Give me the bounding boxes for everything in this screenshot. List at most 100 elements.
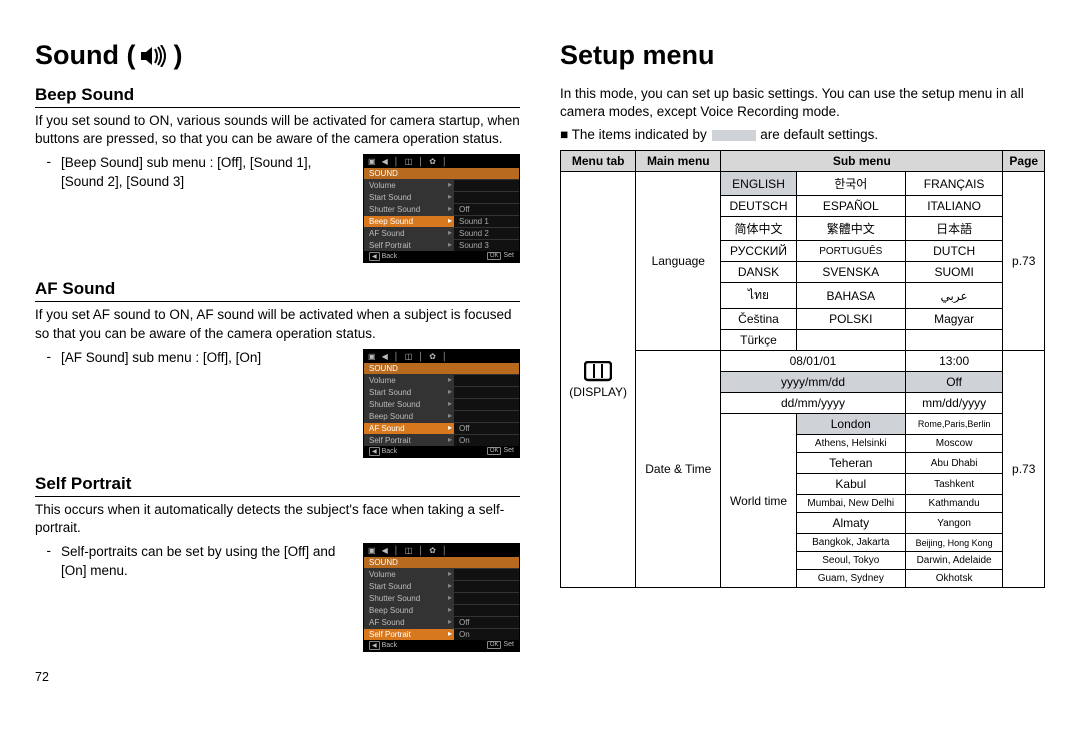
lcd-row: Beep Sound▸	[364, 604, 519, 616]
city-cell: Teheran	[796, 453, 905, 474]
lang-cell: 繁體中文	[796, 217, 905, 241]
lang-cell: DUTCH	[905, 241, 1003, 262]
language-page: p.73	[1003, 172, 1045, 351]
city-cell: Abu Dhabi	[905, 453, 1003, 474]
date-cell: yyyy/mm/dd	[721, 372, 906, 393]
camera-icon: ▣	[368, 157, 376, 166]
date-cell: 08/01/01	[721, 351, 906, 372]
lcd-row: Volume▸	[364, 568, 519, 580]
lang-cell: РУССКИЙ	[721, 241, 797, 262]
lcd-row: Shutter Sound▸	[364, 592, 519, 604]
city-cell: Tashkent	[905, 474, 1003, 495]
lang-cell: ITALIANO	[905, 196, 1003, 217]
city-cell: Kabul	[796, 474, 905, 495]
menu-tab-cell: (DISPLAY)	[561, 172, 636, 588]
lang-cell: PORTUGUÊS	[796, 241, 905, 262]
lcd-row: Shutter Sound▸	[364, 398, 519, 410]
th-sub-menu: Sub menu	[721, 151, 1003, 172]
city-cell: Darwin, Adelaide	[905, 552, 1003, 570]
lang-cell: 简体中文	[721, 217, 797, 241]
lang-cell: SVENSKA	[796, 262, 905, 283]
setup-intro: In this mode, you can set up basic setti…	[560, 85, 1045, 121]
lcd-row: Start Sound▸	[364, 386, 519, 398]
beep-sound-body: If you set sound to ON, various sounds w…	[35, 112, 520, 148]
lang-cell: DANSK	[721, 262, 797, 283]
lcd-beep-sound: ▣◀│◫│✿│ SOUND Volume▸ Start Sound▸ Shutt…	[363, 154, 520, 263]
date-cell: Off	[905, 372, 1003, 393]
lang-cell	[905, 330, 1003, 351]
self-portrait-heading: Self Portrait	[35, 474, 520, 497]
th-page: Page	[1003, 151, 1045, 172]
city-cell: Guam, Sydney	[796, 570, 905, 588]
self-portrait-bullet: Self-portraits can be set by using the […	[61, 543, 353, 579]
setup-title: Setup menu	[560, 40, 1045, 71]
date-cell: mm/dd/yyyy	[905, 393, 1003, 414]
left-column: Sound ( ) Beep Sound If you set sound to…	[35, 40, 520, 684]
lcd-row: AF Sound▸Off	[364, 422, 519, 434]
lang-cell: ENGLISH	[721, 172, 797, 196]
city-cell: Bangkok, Jakarta	[796, 534, 905, 552]
lang-cell: ESPAÑOL	[796, 196, 905, 217]
th-main-menu: Main menu	[636, 151, 721, 172]
city-cell: Yangon	[905, 513, 1003, 534]
right-column: Setup menu In this mode, you can set up …	[560, 40, 1045, 684]
city-cell: Seoul, Tokyo	[796, 552, 905, 570]
default-note: ■ The items indicated by are default set…	[560, 127, 1045, 142]
sound-mode-icon: ◀	[382, 157, 388, 166]
lcd-row: AF Sound▸Sound 2	[364, 227, 519, 239]
lcd-row: Start Sound▸	[364, 580, 519, 592]
page-number: 72	[35, 670, 520, 684]
world-time-label: World time	[721, 414, 797, 588]
lcd-row: Shutter Sound▸Off	[364, 203, 519, 215]
th-menu-tab: Menu tab	[561, 151, 636, 172]
lang-cell: BAHASA	[796, 283, 905, 309]
lcd-row: Self Portrait▸Sound 3	[364, 239, 519, 251]
lang-cell: FRANÇAIS	[905, 172, 1003, 196]
lcd-row: Self Portrait▸On	[364, 434, 519, 446]
city-cell: Moscow	[905, 435, 1003, 453]
city-cell: London	[796, 414, 905, 435]
language-label: Language	[636, 172, 721, 351]
lang-cell: SUOMI	[905, 262, 1003, 283]
city-cell: Athens, Helsinki	[796, 435, 905, 453]
default-swatch	[712, 130, 756, 141]
beep-sound-heading: Beep Sound	[35, 85, 520, 108]
beep-sound-bullet-row: - [Beep Sound] sub menu : [Off], [Sound …	[35, 154, 520, 263]
city-cell: Mumbai, New Delhi	[796, 495, 905, 513]
lcd-header: SOUND	[364, 168, 519, 179]
lang-cell: DEUTSCH	[721, 196, 797, 217]
lang-cell: ไทย	[721, 283, 797, 309]
lang-cell: عربي	[905, 283, 1003, 309]
lcd-self-portrait: ▣◀│◫│✿│ SOUND Volume▸ Start Sound▸ Shutt…	[363, 543, 520, 652]
date-cell: 13:00	[905, 351, 1003, 372]
city-cell: Rome,Paris,Berlin	[905, 414, 1003, 435]
af-sound-body: If you set AF sound to ON, AF sound will…	[35, 306, 520, 342]
lcd-row: Start Sound▸	[364, 191, 519, 203]
sound-title: Sound ( )	[35, 40, 520, 71]
lcd-row: Beep Sound▸Sound 1	[364, 215, 519, 227]
title-end: )	[173, 40, 182, 71]
lang-cell: Magyar	[905, 309, 1003, 330]
date-cell: dd/mm/yyyy	[721, 393, 906, 414]
af-sound-bullet-row: - [AF Sound] sub menu : [Off], [On] ▣◀│◫…	[35, 349, 520, 458]
beep-sound-bullet: [Beep Sound] sub menu : [Off], [Sound 1]…	[61, 154, 353, 190]
title-text: Sound (	[35, 40, 135, 71]
lcd-row: Beep Sound▸	[364, 410, 519, 422]
speaker-icon	[141, 45, 167, 67]
lang-cell: Türkçe	[721, 330, 797, 351]
lang-cell: 日本語	[905, 217, 1003, 241]
lcd-af-sound: ▣◀│◫│✿│ SOUND Volume▸ Start Sound▸ Shutt…	[363, 349, 520, 458]
lang-cell: 한국어	[796, 172, 905, 196]
self-portrait-bullet-row: - Self-portraits can be set by using the…	[35, 543, 520, 652]
af-sound-heading: AF Sound	[35, 279, 520, 302]
lcd-row: Volume▸	[364, 179, 519, 191]
city-cell: Beijing, Hong Kong	[905, 534, 1003, 552]
date-time-label: Date & Time	[636, 351, 721, 588]
city-cell: Okhotsk	[905, 570, 1003, 588]
lang-cell: Čeština	[721, 309, 797, 330]
display-icon	[584, 361, 612, 383]
af-sound-bullet: [AF Sound] sub menu : [Off], [On]	[61, 349, 353, 367]
lang-cell	[796, 330, 905, 351]
setup-table: Menu tab Main menu Sub menu Page (DISPLA…	[560, 150, 1045, 588]
lang-cell: POLSKI	[796, 309, 905, 330]
